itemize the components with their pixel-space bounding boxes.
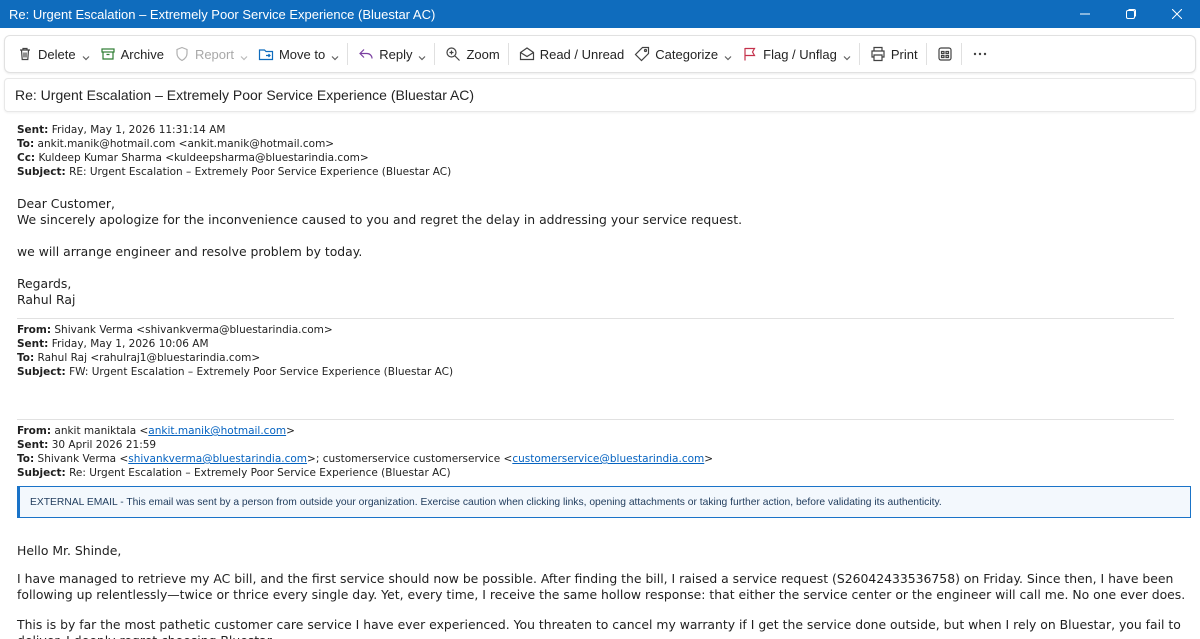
reply-greeting: Dear Customer, [17, 196, 115, 211]
restore-icon [1126, 9, 1136, 19]
title-bar: Re: Urgent Escalation – Extremely Poor S… [0, 0, 1200, 28]
shield-icon [176, 46, 188, 62]
reply-label: Reply [379, 46, 413, 62]
message-body[interactable]: Sent: Friday, May 1, 2026 11:31:14 AM To… [17, 117, 1197, 639]
more-horizontal-icon [973, 52, 986, 56]
archive-icon [100, 48, 115, 60]
recipient-email-link[interactable]: shivankverma@bluestarindia.com [128, 453, 307, 465]
tag-icon [634, 46, 650, 62]
original-header-sent: Sent: 30 April 2026 21:59 [17, 439, 157, 451]
zoom-label: Zoom [466, 46, 500, 62]
envelope-open-icon [519, 47, 534, 61]
close-icon [1172, 9, 1182, 19]
reply-icon [359, 49, 373, 59]
restore-button[interactable] [1108, 0, 1154, 28]
archive-button[interactable]: Archive [96, 40, 168, 68]
reply-apology-line: We sincerely apologize for the inconveni… [17, 212, 743, 227]
toolbar-divider [960, 43, 962, 65]
toolbar-divider [507, 43, 509, 65]
original-paragraph: I have managed to retrieve my AC bill, a… [17, 571, 1186, 602]
external-email-banner: EXTERNAL EMAIL - This email was sent by … [17, 486, 1191, 518]
toolbar-divider [434, 43, 436, 65]
report-button[interactable]: Report [170, 40, 252, 68]
original-greeting: Hello Mr. Shinde, [17, 543, 122, 558]
immersive-reader-button[interactable] [933, 40, 957, 68]
printer-icon [871, 46, 885, 62]
forward-header-to: To: Rahul Raj <rahulraj1@bluestarindia.c… [17, 352, 261, 364]
move-to-label: Move to [278, 46, 326, 62]
flag-unflag-label: Flag / Unflag [763, 46, 837, 62]
chevron-down-icon[interactable] [331, 50, 339, 61]
chevron-down-icon[interactable] [240, 50, 248, 61]
trash-icon [20, 47, 30, 61]
folder-move-icon [258, 49, 274, 61]
chevron-down-icon[interactable] [82, 50, 90, 61]
original-header-to: To: Shivank Verma <shivankverma@bluestar… [17, 453, 714, 465]
read-unread-label: Read / Unread [539, 46, 625, 62]
message-toolbar: Delete Archive Report Move to Reply Zoom… [4, 35, 1196, 73]
reply-action-line: we will arrange engineer and resolve pro… [17, 244, 363, 259]
forward-header-sent: Sent: Friday, May 1, 2026 10:06 AM [17, 338, 209, 350]
original-header-subject: Subject: Re: Urgent Escalation – Extreme… [17, 467, 451, 479]
print-label: Print [890, 46, 918, 62]
flag-icon [744, 47, 756, 61]
reply-button[interactable]: Reply [354, 40, 430, 68]
print-button[interactable]: Print [866, 40, 922, 68]
categorize-button[interactable]: Categorize [630, 40, 736, 68]
delete-label: Delete [38, 46, 76, 62]
read-unread-button[interactable]: Read / Unread [515, 40, 629, 68]
minimize-icon [1080, 13, 1090, 15]
sender-email-link[interactable]: ankit.manik@hotmail.com [148, 425, 286, 437]
reply-signature: Rahul Raj [17, 292, 76, 307]
reply-signoff: Regards, [17, 276, 72, 291]
recipient-email-link[interactable]: customerservice@bluestarindia.com [512, 453, 704, 465]
quoted-header-to: To: ankit.manik@hotmail.com <ankit.manik… [17, 138, 335, 150]
quoted-header-subject: Subject: RE: Urgent Escalation – Extreme… [17, 166, 452, 178]
delete-button[interactable]: Delete [13, 40, 94, 68]
close-button[interactable] [1154, 0, 1200, 28]
quoted-header-cc: Cc: Kuldeep Kumar Sharma <kuldeepsharma@… [17, 152, 369, 164]
report-label: Report [194, 46, 234, 62]
toolbar-divider [347, 43, 349, 65]
forward-header-subject: Subject: FW: Urgent Escalation – Extreme… [17, 366, 454, 378]
more-options-button[interactable] [968, 40, 992, 68]
zoom-button[interactable]: Zoom [441, 40, 503, 68]
message-subject-header: Re: Urgent Escalation – Extremely Poor S… [4, 78, 1196, 112]
message-subject: Re: Urgent Escalation – Extremely Poor S… [15, 87, 475, 103]
flag-unflag-button[interactable]: Flag / Unflag [738, 40, 855, 68]
chevron-down-icon[interactable] [724, 50, 732, 61]
toolbar-divider [925, 43, 927, 65]
minimize-button[interactable] [1062, 0, 1108, 28]
move-to-button[interactable]: Move to [254, 40, 343, 68]
categorize-label: Categorize [655, 46, 719, 62]
original-paragraph: This is by far the most pathetic custome… [17, 617, 1181, 639]
window-title: Re: Urgent Escalation – Extremely Poor S… [9, 6, 436, 22]
chevron-down-icon[interactable] [418, 50, 426, 61]
toolbar-divider [858, 43, 860, 65]
original-header-from: From: ankit maniktala <ankit.manik@hotma… [17, 425, 295, 437]
zoom-icon [446, 47, 461, 61]
quoted-header-sent: Sent: Friday, May 1, 2026 11:31:14 AM [17, 124, 226, 136]
forward-header-from: From: Shivank Verma <shivankverma@bluest… [17, 324, 333, 336]
archive-label: Archive [120, 46, 164, 62]
grid-view-icon [937, 47, 952, 61]
chevron-down-icon[interactable] [843, 50, 851, 61]
